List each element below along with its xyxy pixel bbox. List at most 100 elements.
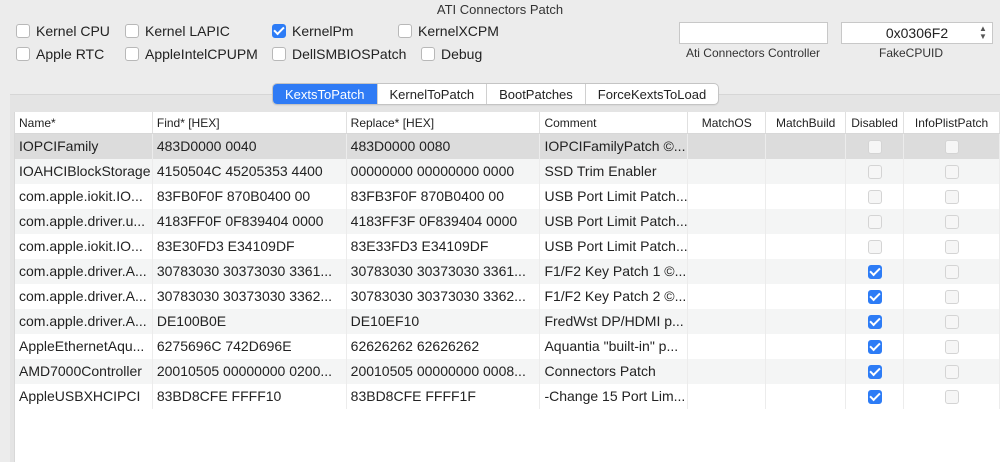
checkbox-box[interactable] [944,364,959,379]
checkbox-box[interactable] [125,47,139,61]
cell-replace[interactable]: 83BD8CFE FFFF1F [347,384,541,409]
chevron-down-icon[interactable]: ▼ [979,33,987,41]
checkbox-box[interactable] [867,164,882,179]
column-header-matchos[interactable]: MatchOS [688,112,767,133]
cell-name[interactable]: com.apple.iokit.IO... [15,234,153,259]
cell-matchbuild[interactable] [766,159,847,184]
checkbox-box[interactable] [867,214,882,229]
checkbox-box[interactable] [272,24,286,38]
checkbox-box[interactable] [944,214,959,229]
cell-find[interactable]: 4183FF0F 0F839404 0000 [153,209,347,234]
cell-matchbuild[interactable] [766,334,847,359]
checkbox-box[interactable] [944,289,959,304]
cell-find[interactable]: 30783030 30373030 3361... [153,259,347,284]
checkbox-box[interactable] [944,339,959,354]
cell-comment[interactable]: Aquantia "built-in" p... [540,334,689,359]
checkbox-box[interactable] [421,47,435,61]
table-row[interactable]: com.apple.driver.A... DE100B0E DE10EF10 Fre… [15,309,1000,334]
column-header-name[interactable]: Name* [15,112,153,133]
checkbox-kernelxcpm[interactable]: KernelXCPM [398,22,499,40]
column-header-disabled[interactable]: Disabled [846,112,905,133]
cell-replace[interactable]: 30783030 30373030 3362... [347,284,541,309]
cell-comment[interactable]: SSD Trim Enabler [540,159,689,184]
cell-matchbuild[interactable] [766,309,847,334]
cell-replace[interactable]: 4183FF3F 0F839404 0000 [347,209,541,234]
cell-matchos[interactable] [688,259,767,284]
cell-replace[interactable]: 20010505 00000000 0008... [347,359,541,384]
column-header-comment[interactable]: Comment [540,112,689,133]
checkbox-box[interactable] [867,289,882,304]
cell-name[interactable]: IOPCIFamily [15,134,153,159]
ati-connectors-controller-input[interactable] [679,22,828,44]
cell-name[interactable]: AppleUSBXHCIPCI [15,384,153,409]
cell-replace[interactable]: DE10EF10 [347,309,541,334]
cell-matchos[interactable] [688,309,767,334]
cell-matchbuild[interactable] [766,234,847,259]
checkbox-apple-rtc[interactable]: Apple RTC [16,45,104,63]
cell-matchos[interactable] [688,234,767,259]
checkbox-box[interactable] [867,389,882,404]
cell-matchos[interactable] [688,384,767,409]
checkbox-box[interactable] [944,139,959,154]
table-row[interactable]: IOAHCIBlockStorage 4150504C 45205353 4400… [15,159,1000,184]
cell-replace[interactable]: 00000000 00000000 0000 [347,159,541,184]
table-row[interactable]: com.apple.driver.A... 30783030 30373030 3… [15,259,1000,284]
checkbox-box[interactable] [867,239,882,254]
cell-matchbuild[interactable] [766,184,847,209]
checkbox-box[interactable] [944,164,959,179]
cell-comment[interactable]: Connectors Patch [540,359,689,384]
checkbox-debug[interactable]: Debug [421,45,482,63]
cell-find[interactable]: 83BD8CFE FFFF10 [153,384,347,409]
tab-kextstopatch[interactable]: KextsToPatch [273,84,377,104]
checkbox-box[interactable] [867,339,882,354]
cell-comment[interactable]: USB Port Limit Patch... [540,184,689,209]
table-row[interactable]: com.apple.driver.u... 4183FF0F 0F839404 0… [15,209,1000,234]
checkbox-box[interactable] [16,24,30,38]
cell-comment[interactable]: F1/F2 Key Patch 2 ©... [540,284,689,309]
cell-matchos[interactable] [688,284,767,309]
cell-find[interactable]: 483D0000 0040 [153,134,347,159]
cell-comment[interactable]: IOPCIFamilyPatch ©... [540,134,689,159]
checkbox-box[interactable] [125,24,139,38]
checkbox-kernel-lapic[interactable]: Kernel LAPIC [125,22,230,40]
cell-comment[interactable]: USB Port Limit Patch... [540,234,689,259]
table-row[interactable]: AppleUSBXHCIPCI 83BD8CFE FFFF10 83BD8CFE F… [15,384,1000,409]
checkbox-kernelpm[interactable]: KernelPm [272,22,353,40]
column-header-infoplistpatch[interactable]: InfoPlistPatch [904,112,1000,133]
column-header-replace[interactable]: Replace* [HEX] [347,112,541,133]
cell-comment[interactable]: F1/F2 Key Patch 1 ©... [540,259,689,284]
checkbox-box[interactable] [867,364,882,379]
cell-name[interactable]: com.apple.driver.A... [15,259,153,284]
cell-find[interactable]: 30783030 30373030 3362... [153,284,347,309]
cell-comment[interactable]: FredWst DP/HDMI p... [540,309,689,334]
checkbox-kernel-cpu[interactable]: Kernel CPU [16,22,110,40]
cell-replace[interactable]: 83FB3F0F 870B0400 00 [347,184,541,209]
cell-matchbuild[interactable] [766,359,847,384]
checkbox-box[interactable] [867,139,882,154]
column-header-matchbuild[interactable]: MatchBuild [766,112,847,133]
checkbox-box[interactable] [944,189,959,204]
cell-matchos[interactable] [688,334,767,359]
cell-matchbuild[interactable] [766,209,847,234]
cell-find[interactable]: 6275696C 742D696E [153,334,347,359]
cell-comment[interactable]: USB Port Limit Patch... [540,209,689,234]
column-header-find[interactable]: Find* [HEX] [153,112,347,133]
fake-cpuid-stepper[interactable]: ▲ ▼ [976,23,990,43]
checkbox-box[interactable] [944,239,959,254]
checkbox-dellsmbiospatch[interactable]: DellSMBIOSPatch [272,45,406,63]
checkbox-box[interactable] [16,47,30,61]
cell-replace[interactable]: 62626262 62626262 [347,334,541,359]
cell-name[interactable]: com.apple.driver.A... [15,309,153,334]
cell-find[interactable]: 20010505 00000000 0200... [153,359,347,384]
checkbox-box[interactable] [867,189,882,204]
cell-name[interactable]: com.apple.driver.u... [15,209,153,234]
checkbox-box[interactable] [272,47,286,61]
cell-find[interactable]: 83FB0F0F 870B0400 00 [153,184,347,209]
cell-name[interactable]: AppleEthernetAqu... [15,334,153,359]
cell-find[interactable]: DE100B0E [153,309,347,334]
cell-replace[interactable]: 483D0000 0080 [347,134,541,159]
cell-find[interactable]: 83E30FD3 E34109DF [153,234,347,259]
cell-matchos[interactable] [688,209,767,234]
checkbox-box[interactable] [944,264,959,279]
cell-matchbuild[interactable] [766,134,847,159]
